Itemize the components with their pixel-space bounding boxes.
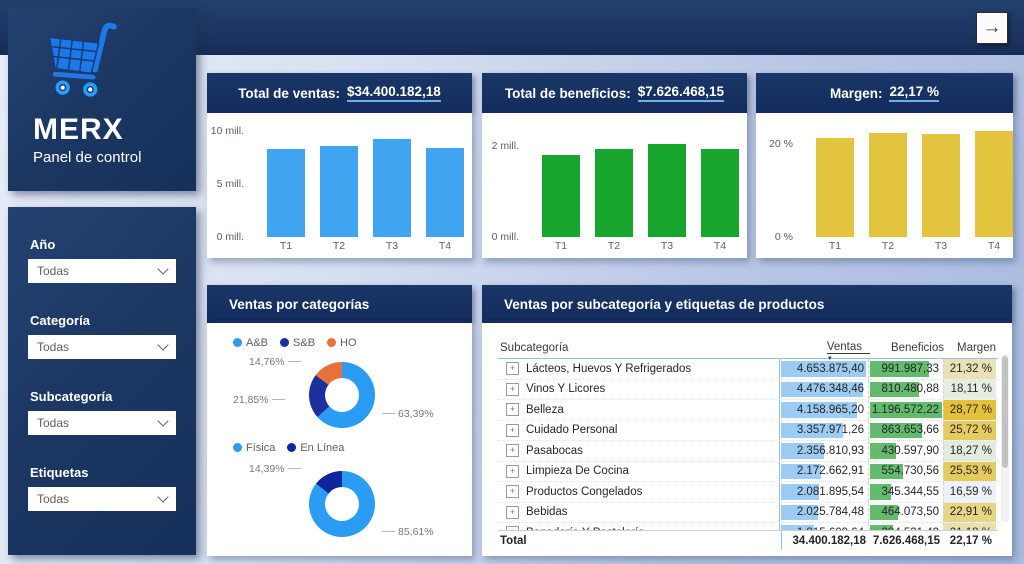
expand-row-icon[interactable]: + <box>506 403 519 416</box>
etiquetas-dropdown-value: Todas <box>37 492 69 506</box>
donut-label: 21,85% <box>233 394 288 406</box>
total-margen: 22,17 % <box>950 535 996 547</box>
legend-item: En Línea <box>287 442 344 454</box>
legend-dot-icon <box>327 338 336 347</box>
brand-subtitle: Panel de control <box>33 149 196 166</box>
kpi-margen-label: Margen: <box>830 86 883 101</box>
filter-label-subcategoria: Subcategoría <box>30 389 176 404</box>
expand-row-icon[interactable]: + <box>506 506 519 519</box>
total-label: Total <box>500 535 781 547</box>
column-header-ventas[interactable]: Ventas ▼ <box>782 341 870 354</box>
beneficios-trimestre-bar-chart[interactable]: 2 mill.0 mill.T1T2T3T4 <box>482 125 747 257</box>
margen-trimestre-bar-chart[interactable]: 20 %0 %T1T2T3T4 <box>756 125 1013 257</box>
kpi-ventas-label: Total de ventas: <box>238 86 340 101</box>
table-row[interactable]: +Belleza 4.158.965,20 1.196.572,22 28,77… <box>498 400 998 421</box>
kpi-beneficios-label: Total de beneficios: <box>505 86 631 101</box>
table-row[interactable]: +Panadería Y Pastelería 1.815.609,64 384… <box>498 523 998 530</box>
categoria-dropdown[interactable]: Todas <box>28 335 176 359</box>
kpi-beneficios-header: Total de beneficios: $7.626.468,15 <box>482 73 747 113</box>
filter-label-etiquetas: Etiquetas <box>30 465 176 480</box>
column-header-beneficios[interactable]: Beneficios <box>870 342 944 354</box>
kpi-beneficios-chart-card: 2 mill.0 mill.T1T2T3T4 <box>482 113 747 258</box>
filter-label-ano: Año <box>30 237 176 252</box>
table-header-row: Subcategoría Ventas ▼ Beneficios Margen <box>498 327 998 359</box>
right-arrow-icon: → <box>983 17 1002 39</box>
kpi-beneficios-value[interactable]: $7.626.468,15 <box>638 84 724 102</box>
expand-row-icon[interactable]: + <box>506 424 519 437</box>
table-row[interactable]: +Limpieza De Cocina 2.172.662,91 554.730… <box>498 462 998 483</box>
donut-label: 14,76% <box>249 356 304 368</box>
categories-panel: A&B S&B HO 14,76% 21,85% 63,39% Física E… <box>207 323 472 556</box>
table-panel: Subcategoría Ventas ▼ Beneficios Margen … <box>482 323 1012 556</box>
donut-label: 63,39% <box>379 408 434 420</box>
table-row[interactable]: +Bebidas 2.025.784,48 464.073,50 22,91 % <box>498 503 998 524</box>
category-legend[interactable]: A&B S&B HO <box>233 337 357 349</box>
total-ventas: 34.400.182,18 <box>792 535 870 547</box>
chevron-down-icon <box>157 415 168 426</box>
subcategoria-dropdown[interactable]: Todas <box>28 411 176 435</box>
table-panel-title: Ventas por subcategoría y etiquetas de p… <box>504 297 824 312</box>
nav-forward-button[interactable]: → <box>976 12 1008 44</box>
ano-dropdown-value: Todas <box>37 264 69 278</box>
kpi-ventas-value[interactable]: $34.400.182,18 <box>347 84 441 102</box>
kpi-margen-chart-card: 20 %0 %T1T2T3T4 <box>756 113 1013 258</box>
categories-panel-header: Ventas por categorías <box>207 285 472 323</box>
categoria-dropdown-value: Todas <box>37 340 69 354</box>
legend-dot-icon <box>233 338 242 347</box>
table-panel-header: Ventas por subcategoría y etiquetas de p… <box>482 285 1012 323</box>
kpi-ventas-chart-card: 10 mill.5 mill.0 mill.T1T2T3T4 <box>207 113 472 258</box>
total-beneficios: 7.626.468,15 <box>873 535 944 547</box>
table-scrollbar[interactable] <box>1001 354 1009 522</box>
channel-legend[interactable]: Física En Línea <box>233 442 344 454</box>
expand-row-icon[interactable]: + <box>506 362 519 375</box>
ano-dropdown[interactable]: Todas <box>28 259 176 283</box>
kpi-margen-value[interactable]: 22,17 % <box>889 84 939 102</box>
donut-label: 85,61% <box>379 526 434 538</box>
channel-donut-chart[interactable] <box>309 471 375 537</box>
donut-label: 14,39% <box>249 463 304 475</box>
table-total-row: Total 34.400.182,18 7.626.468,15 22,17 % <box>498 530 998 550</box>
table-row[interactable]: +Pasabocas 2.356.810,93 430.597,90 18,27… <box>498 441 998 462</box>
legend-item: Física <box>233 442 275 454</box>
table-row[interactable]: +Productos Congelados 2.081.895,54 345.3… <box>498 482 998 503</box>
chevron-down-icon <box>157 491 168 502</box>
etiquetas-dropdown[interactable]: Todas <box>28 487 176 511</box>
shopping-cart-icon <box>38 22 196 105</box>
chevron-down-icon <box>157 339 168 350</box>
ventas-trimestre-bar-chart[interactable]: 10 mill.5 mill.0 mill.T1T2T3T4 <box>207 125 472 257</box>
column-header-subcategoria[interactable]: Subcategoría <box>500 342 782 354</box>
legend-dot-icon <box>280 338 289 347</box>
categories-donut-chart[interactable] <box>309 362 375 428</box>
filters-card: Año Todas Categoría Todas Subcategoría T… <box>8 207 196 555</box>
column-header-margen[interactable]: Margen <box>944 342 996 354</box>
expand-row-icon[interactable]: + <box>506 444 519 457</box>
kpi-ventas-header: Total de ventas: $34.400.182,18 <box>207 73 472 113</box>
expand-row-icon[interactable]: + <box>506 526 519 530</box>
scrollbar-thumb[interactable] <box>1002 356 1008 468</box>
categories-panel-title: Ventas por categorías <box>229 297 369 312</box>
brand-title: MERX <box>33 113 196 147</box>
expand-row-icon[interactable]: + <box>506 465 519 478</box>
legend-item: HO <box>327 337 357 349</box>
expand-row-icon[interactable]: + <box>506 383 519 396</box>
table-body: +Lácteos, Huevos Y Refrigerados 4.653.87… <box>498 359 998 530</box>
table-row[interactable]: +Cuidado Personal 3.357.971,26 863.653,6… <box>498 421 998 442</box>
chevron-down-icon <box>157 263 168 274</box>
table-row[interactable]: +Lácteos, Huevos Y Refrigerados 4.653.87… <box>498 359 998 380</box>
filter-label-categoria: Categoría <box>30 313 176 328</box>
legend-item: S&B <box>280 337 315 349</box>
legend-dot-icon <box>233 443 242 452</box>
subcategoria-dropdown-value: Todas <box>37 416 69 430</box>
expand-row-icon[interactable]: + <box>506 485 519 498</box>
table-row[interactable]: +Vinos Y Licores 4.476.348,46 810.480,88… <box>498 380 998 401</box>
kpi-margen-header: Margen: 22,17 % <box>756 73 1013 113</box>
brand-card: MERX Panel de control <box>8 8 196 191</box>
dashboard: → MERX Panel de control Año Todas <box>0 0 1024 564</box>
legend-item: A&B <box>233 337 268 349</box>
legend-dot-icon <box>287 443 296 452</box>
